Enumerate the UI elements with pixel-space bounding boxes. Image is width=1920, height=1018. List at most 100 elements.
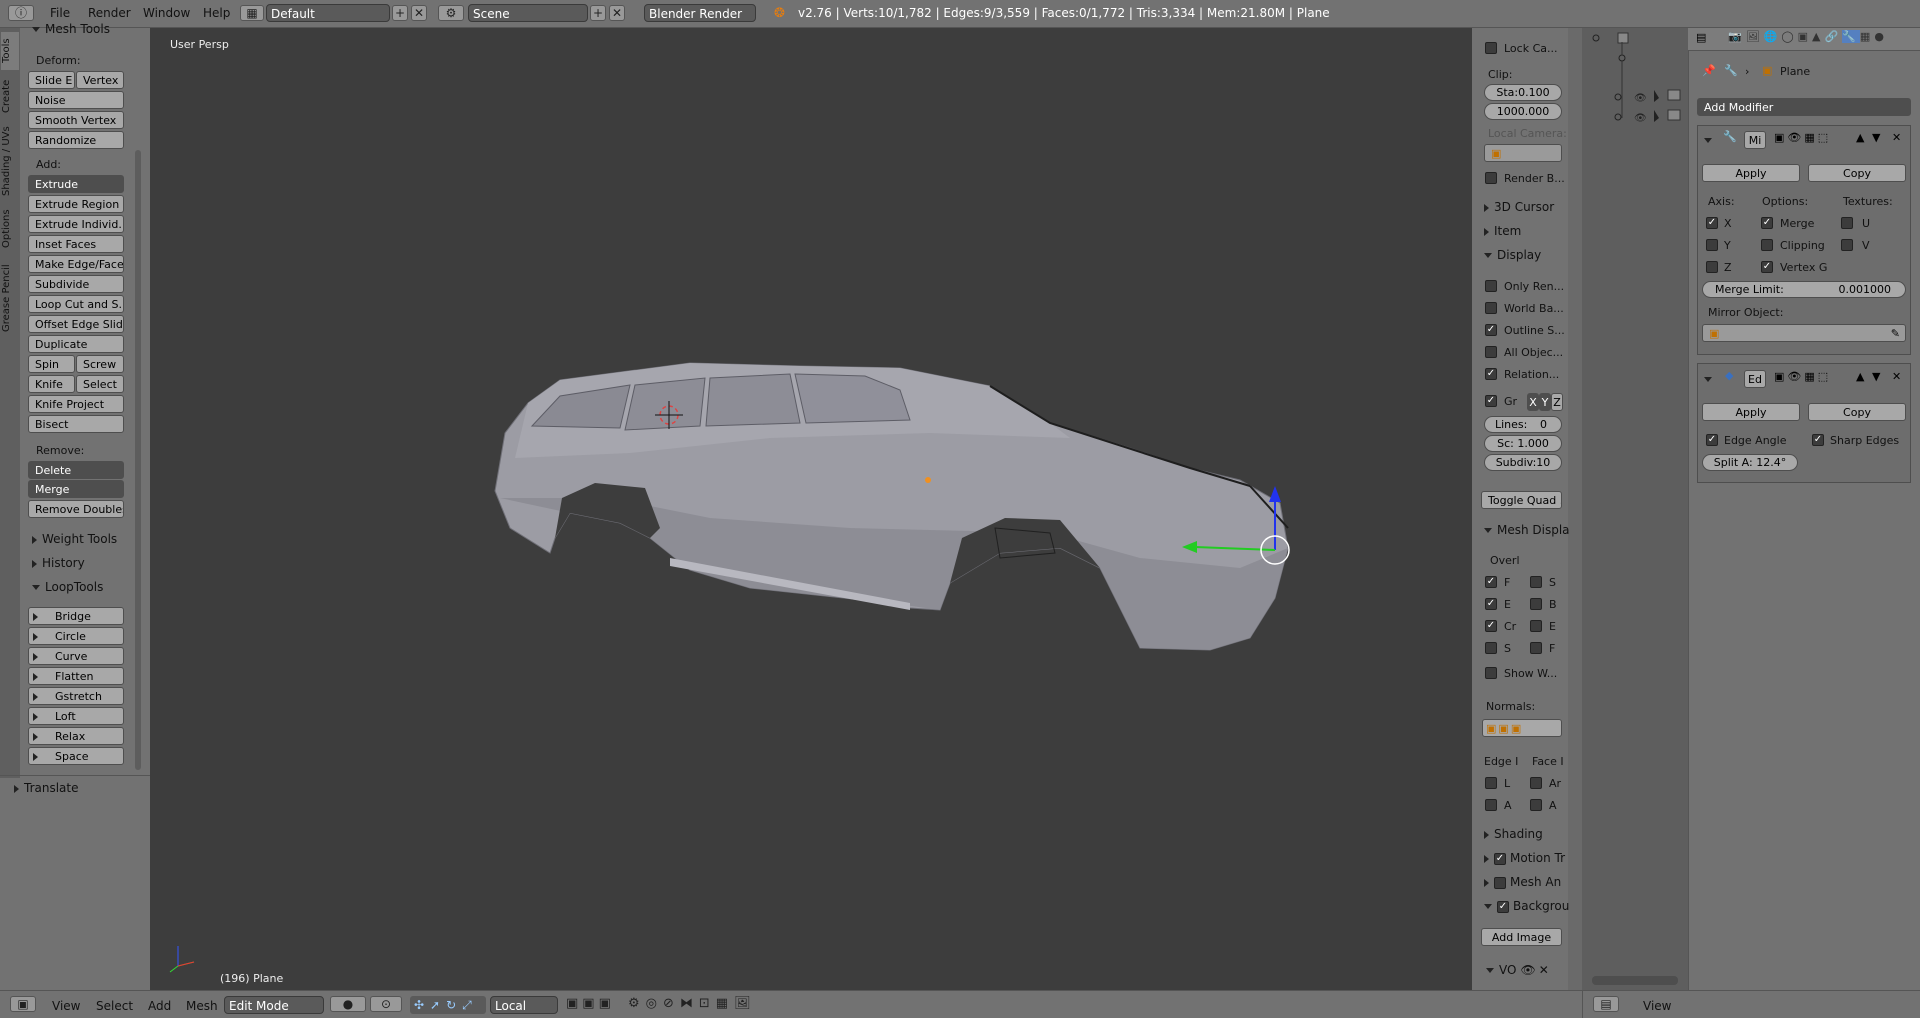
overlay-checkbox[interactable] (1485, 642, 1497, 654)
vertex-normal-icon[interactable]: ▣ (1486, 722, 1498, 735)
grid-lines-field[interactable]: Lines: 0 (1484, 416, 1562, 433)
mirror-apply-button[interactable]: Apply (1702, 164, 1800, 182)
close-icon[interactable]: ✕ (1539, 963, 1549, 977)
shading-select[interactable]: ● (330, 996, 366, 1012)
grid-subdiv-field[interactable]: Subdiv:10 (1484, 454, 1562, 471)
outliner-editor-icon[interactable]: ▤ (1593, 996, 1619, 1012)
menu-render[interactable]: Render (88, 6, 131, 20)
add-button[interactable]: Duplicate (28, 335, 124, 353)
grid-z-toggle[interactable]: Z (1551, 393, 1563, 411)
item-header[interactable]: Item (1484, 224, 1521, 238)
grid-x-toggle[interactable]: X (1527, 393, 1539, 411)
display-checkbox[interactable] (1485, 302, 1497, 314)
mirror-copy-button[interactable]: Copy (1808, 164, 1906, 182)
edge-info-checkbox[interactable] (1485, 777, 1497, 789)
proportional-snap-icons[interactable]: ⚙◎⊘⧓⊡▦🖼 (628, 996, 757, 1011)
weight-tools-header[interactable]: Weight Tools (32, 532, 117, 546)
clip-end-field[interactable]: 1000.000 (1484, 103, 1562, 120)
eye-icon[interactable]: 👁 (1520, 963, 1535, 977)
render-engine-select[interactable]: Blender Render (644, 4, 756, 22)
display-checkbox[interactable]: ✓ (1485, 368, 1497, 380)
normals-toggles[interactable]: ▣▣▣ (1482, 719, 1562, 737)
grid-scale-field[interactable]: Sc: 1.000 (1484, 435, 1562, 452)
deform-button[interactable]: Slide E (28, 71, 75, 89)
mirror-collapse-toggle[interactable] (1704, 133, 1717, 146)
mirror-move-up-icon[interactable]: ▲ (1856, 131, 1864, 144)
history-header[interactable]: History (32, 556, 85, 570)
mirror-name-field[interactable]: Mi (1744, 131, 1766, 149)
editor-type-icon[interactable]: ▤ (1696, 31, 1706, 44)
motion-tracking-checkbox[interactable]: ✓ (1494, 852, 1506, 865)
background-images-header[interactable]: ✓ Backgrou (1484, 899, 1569, 913)
mirror-texture-checkbox[interactable] (1841, 217, 1853, 229)
car-mesh[interactable] (150, 28, 1472, 990)
mirror-axis-checkbox[interactable] (1706, 239, 1718, 251)
tab-tools[interactable]: Tools (1, 32, 19, 70)
add-button[interactable]: Subdivide (28, 275, 124, 293)
local-camera-field[interactable]: ▣ (1484, 144, 1562, 162)
pivot-select[interactable]: ⊙ (370, 996, 402, 1012)
mirror-axis-checkbox[interactable] (1706, 261, 1718, 273)
3d-cursor-header[interactable]: 3D Cursor (1484, 200, 1554, 214)
mirror-option-checkbox[interactable] (1761, 239, 1773, 251)
add-button[interactable]: Spin (28, 355, 75, 373)
mirror-option-checkbox[interactable]: ✓ (1761, 261, 1773, 273)
overlay-checkbox[interactable] (1530, 620, 1542, 632)
tab-grease-pencil[interactable]: Grease Pencil (1, 258, 19, 338)
face-info-checkbox[interactable] (1530, 799, 1542, 811)
looptools-button[interactable]: Bridge (28, 607, 124, 625)
looptools-button[interactable]: Gstretch (28, 687, 124, 705)
shading-header[interactable]: Shading (1484, 827, 1543, 841)
mesh-analysis-checkbox[interactable] (1494, 876, 1506, 889)
edgesplit-name-field[interactable]: Ed (1744, 370, 1766, 388)
info-icon[interactable]: ⓘ (8, 5, 34, 21)
add-button[interactable]: Extrude Individ... (28, 215, 124, 233)
tool-shelf-scrollbar[interactable] (135, 150, 141, 770)
menu-help[interactable]: Help (203, 6, 230, 20)
add-button[interactable]: Offset Edge Slide (28, 315, 124, 333)
layout-grid-icon[interactable]: ▦ (240, 5, 264, 21)
vo-item[interactable]: VO 👁 ✕ (1486, 963, 1549, 977)
face-normal-icon[interactable]: ▣ (1511, 722, 1523, 735)
modifier-wrench-icon[interactable]: 🔧 (1842, 30, 1860, 43)
close-scene-icon[interactable]: ✕ (609, 5, 625, 21)
mirror-remove-icon[interactable]: ✕ (1892, 131, 1901, 144)
clip-start-field[interactable]: Sta:0.100 (1484, 84, 1562, 101)
add-button[interactable]: Knife Project (28, 395, 124, 413)
add-button[interactable]: Loop Cut and S... (28, 295, 124, 313)
edgesplit-remove-icon[interactable]: ✕ (1892, 370, 1901, 383)
context-tabs[interactable]: 📷🖼🌐◯▣▲🔗🔧▦● (1728, 30, 1888, 43)
orientation-select[interactable]: Local (490, 996, 558, 1014)
translate-header[interactable]: Translate (14, 781, 79, 795)
mirror-visibility-toggles[interactable]: ▣👁▦⬚ (1774, 131, 1831, 144)
3d-viewport[interactable]: User Persp (196) Plane (150, 28, 1472, 990)
render-border-checkbox[interactable] (1485, 172, 1497, 184)
looptools-button[interactable]: Space (28, 747, 124, 765)
outliner[interactable] (1582, 28, 1688, 990)
edge-angle-checkbox[interactable]: ✓ (1706, 434, 1718, 446)
lock-camera-checkbox[interactable] (1485, 42, 1497, 54)
add-button[interactable]: Knife (28, 375, 75, 393)
overlay-checkbox[interactable] (1530, 598, 1542, 610)
edgesplit-apply-button[interactable]: Apply (1702, 403, 1800, 421)
edgesplit-move-up-icon[interactable]: ▲ (1856, 370, 1864, 383)
outliner-scrollbar[interactable] (1592, 976, 1678, 985)
overlay-checkbox[interactable] (1530, 642, 1542, 654)
deform-button[interactable]: Randomize (28, 131, 124, 149)
loop-normal-icon[interactable]: ▣ (1498, 722, 1510, 735)
show-weights-checkbox[interactable] (1485, 667, 1497, 679)
looptools-header[interactable]: LoopTools (32, 580, 103, 594)
display-checkbox[interactable] (1485, 346, 1497, 358)
background-images-checkbox[interactable]: ✓ (1497, 900, 1509, 913)
tab-create[interactable]: Create (1, 74, 19, 118)
add-button[interactable]: Bisect (28, 415, 124, 433)
menu-file[interactable]: File (50, 6, 70, 20)
menu-view[interactable]: View (52, 999, 80, 1013)
grid-checkbox[interactable]: ✓ (1485, 395, 1497, 407)
merge-select[interactable]: Merge (28, 480, 124, 498)
display-checkbox[interactable] (1485, 280, 1497, 292)
mesh-analysis-header[interactable]: Mesh An (1484, 875, 1561, 889)
add-button[interactable]: Screw (76, 355, 124, 373)
face-info-checkbox[interactable] (1530, 777, 1542, 789)
scene-icon[interactable]: ⚙ (438, 5, 464, 21)
